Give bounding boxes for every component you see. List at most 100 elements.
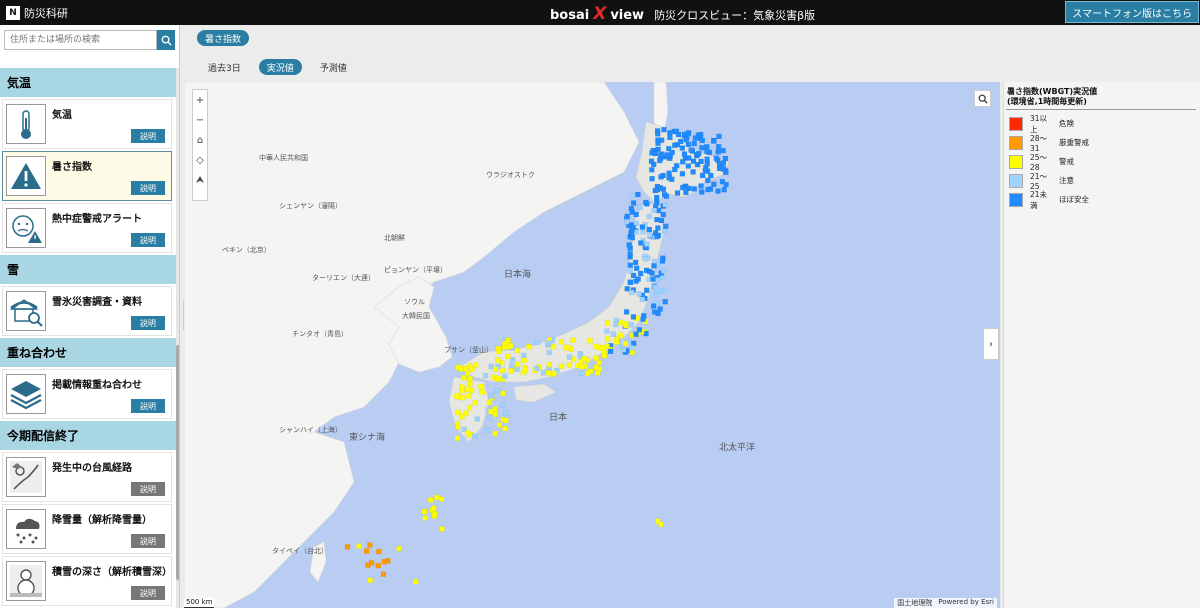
description-button[interactable]: 説明 <box>131 534 165 548</box>
description-button[interactable]: 説明 <box>131 233 165 247</box>
map-label-shanghai: シャンハイ（上海） <box>279 425 342 434</box>
station-marker <box>711 138 717 144</box>
station-marker <box>465 386 471 393</box>
station-marker <box>661 127 667 133</box>
station-marker <box>628 205 635 212</box>
station-marker <box>551 370 557 377</box>
legend-row-severe-warning: 28～31 厳重警戒 <box>1009 133 1089 153</box>
station-marker <box>654 233 660 240</box>
station-marker <box>669 149 675 156</box>
station-marker <box>659 151 665 157</box>
station-marker <box>636 327 643 333</box>
station-marker <box>629 193 635 199</box>
layer-item-heat-alert[interactable]: 熱中症警戒アラート 説明 <box>2 203 172 253</box>
description-button[interactable]: 説明 <box>131 316 165 330</box>
smartphone-version-button[interactable]: スマートフォン版はこちら <box>1065 1 1199 23</box>
map-label-sea-of-japan: 日本海 <box>504 268 531 280</box>
station-marker <box>638 240 644 246</box>
attribution-esri[interactable]: Powered by Esri <box>938 598 994 608</box>
station-marker <box>453 393 460 399</box>
station-marker <box>502 373 508 379</box>
category-ended[interactable]: 今期配信終了 <box>0 421 176 450</box>
station-marker <box>635 191 641 198</box>
station-marker <box>581 355 588 362</box>
heatstroke-alert-icon <box>6 208 46 248</box>
search-input[interactable] <box>4 30 157 50</box>
expand-legend-button[interactable]: › <box>983 328 999 360</box>
station-marker <box>502 425 508 432</box>
tab-current[interactable]: 実況値 <box>258 59 302 75</box>
station-marker <box>595 370 601 376</box>
station-marker <box>680 159 686 165</box>
station-marker <box>704 144 710 150</box>
station-marker <box>459 414 465 420</box>
station-marker <box>630 272 637 279</box>
legend-swatch <box>1009 116 1023 131</box>
map-label-beijing: ペキン（北京） <box>222 245 271 254</box>
logo-text: 防災科研 <box>24 6 68 20</box>
map-controls: + − ⌂ ◇ ⮝ <box>192 89 208 201</box>
attribution-gsi[interactable]: 国土地理院 <box>897 598 932 608</box>
typhoon-track-icon <box>6 457 46 497</box>
sidebar-scrollbar[interactable] <box>176 68 179 608</box>
station-marker <box>638 270 644 277</box>
station-marker <box>607 348 614 354</box>
legend-row-warning: 25～28 警戒 <box>1009 152 1089 172</box>
map-scale: 500 km <box>184 598 215 608</box>
thermometer-icon <box>6 104 46 144</box>
station-marker <box>376 548 382 555</box>
layer-item-title: 雪氷災害調査・資料 <box>52 297 142 308</box>
legend-label: 危険 <box>1059 119 1074 128</box>
search-button[interactable] <box>157 30 175 50</box>
layer-item-temperature[interactable]: 気温 説明 <box>2 99 172 149</box>
category-snow[interactable]: 雪 <box>0 255 176 284</box>
station-marker <box>635 276 641 282</box>
home-button[interactable]: ⌂ <box>192 130 208 150</box>
brand-bosai: bosai <box>550 8 590 23</box>
station-marker <box>438 496 445 502</box>
description-button[interactable]: 説明 <box>131 586 165 600</box>
layer-item-overlay[interactable]: 掲載情報重ね合わせ 説明 <box>2 369 172 419</box>
nied-logo[interactable]: N 防災科研 <box>6 4 68 21</box>
station-marker <box>657 306 663 312</box>
scrollbar-thumb[interactable] <box>176 345 179 580</box>
map-view[interactable]: 中華人民共和国 ウラジオストク シェンヤン（瀋陽） ペキン（北京） 北朝鮮 ター… <box>184 82 1000 608</box>
category-temperature[interactable]: 気温 <box>0 68 176 97</box>
description-button[interactable]: 説明 <box>131 181 165 195</box>
station-marker <box>540 370 547 376</box>
map-label-korea: 大韓民国 <box>402 311 430 320</box>
tab-past-3-days[interactable]: 過去3日 <box>200 59 249 75</box>
station-marker <box>546 361 552 368</box>
station-marker <box>628 345 635 351</box>
layer-item-wbgt[interactable]: 暑さ指数 説明 <box>2 151 172 201</box>
layer-item-snow-survey[interactable]: 雪氷災害調査・資料 説明 <box>2 286 172 336</box>
station-marker <box>593 355 600 361</box>
zoom-in-button[interactable]: + <box>192 90 208 110</box>
station-marker <box>642 256 649 262</box>
layer-item-snowfall[interactable]: 降雪量（解析降雪量） 説明 <box>2 504 172 554</box>
locate-button[interactable]: ◇ <box>192 150 208 170</box>
zoom-out-button[interactable]: − <box>192 110 208 130</box>
tab-forecast[interactable]: 予測値 <box>312 59 355 75</box>
station-marker <box>721 187 727 193</box>
category-overlay[interactable]: 重ね合わせ <box>0 338 176 367</box>
layers-icon <box>6 374 46 414</box>
layer-item-snow-depth[interactable]: 積雪の深さ（解析積雪深） 説明 <box>2 556 172 606</box>
station-marker <box>654 216 660 223</box>
active-layer-chip[interactable]: 暑さ指数 <box>197 30 250 46</box>
station-marker <box>627 279 634 285</box>
layer-item-typhoon[interactable]: 発生中の台風経路 説明 <box>2 452 172 502</box>
description-button[interactable]: 説明 <box>131 399 165 413</box>
station-marker <box>650 303 657 309</box>
description-button[interactable]: 説明 <box>131 129 165 143</box>
station-marker <box>644 241 650 247</box>
station-marker <box>698 158 704 165</box>
map-search-button[interactable] <box>974 90 991 107</box>
station-marker <box>509 357 516 363</box>
station-marker <box>630 200 637 206</box>
station-marker <box>454 435 461 442</box>
description-button[interactable]: 説明 <box>131 482 165 496</box>
station-marker <box>622 340 629 347</box>
compass-button[interactable]: ⮝ <box>192 170 208 190</box>
station-marker <box>521 352 527 359</box>
